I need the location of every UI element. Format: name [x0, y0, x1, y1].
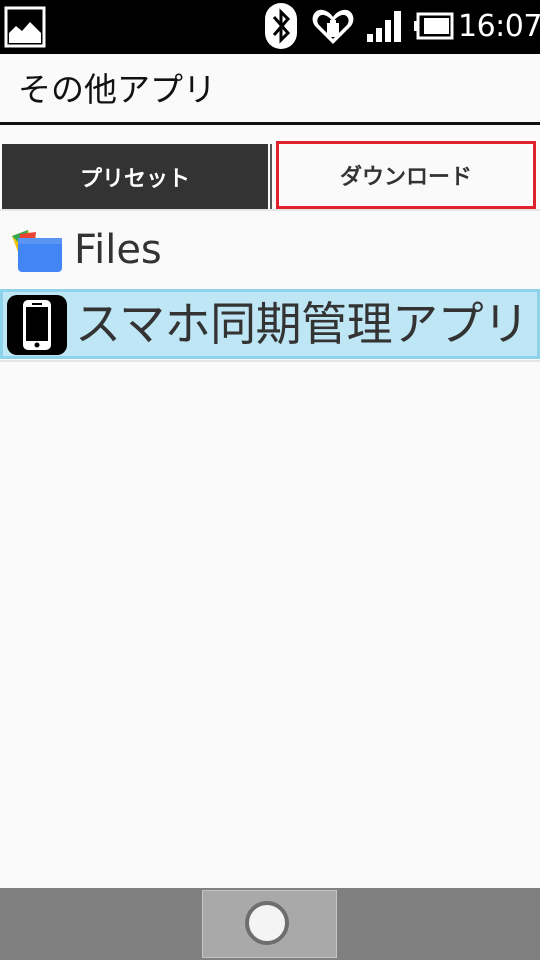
nav-bar	[0, 888, 540, 960]
signal-icon	[367, 11, 401, 42]
home-button[interactable]	[202, 890, 337, 958]
home-circle-icon	[245, 901, 289, 945]
smartphone-icon	[7, 295, 67, 355]
status-time: 16:07	[458, 9, 540, 44]
title-bar: その他アプリ	[0, 54, 540, 124]
files-app-icon	[12, 230, 62, 272]
battery-icon	[414, 12, 454, 40]
status-bar: 16:07	[0, 0, 540, 54]
list-item-sync-app[interactable]: スマホ同期管理アプリ	[0, 289, 540, 359]
health-heart-icon	[312, 9, 354, 44]
gallery-icon	[4, 6, 46, 48]
tab-underline	[0, 209, 540, 211]
app-label-sync: スマホ同期管理アプリ	[75, 297, 529, 351]
tab-preset[interactable]: プリセット	[2, 144, 268, 210]
list-item-files[interactable]: Files	[0, 218, 540, 284]
page-title: その他アプリ	[18, 70, 216, 109]
list-separator	[0, 360, 540, 362]
tab-separator	[270, 144, 272, 210]
bluetooth-icon	[265, 3, 297, 49]
tab-download[interactable]: ダウンロード	[276, 141, 536, 209]
title-divider	[0, 122, 540, 125]
screen: 16:07 その他アプリ プリセット ダウンロード Files スマホ同期管理ア…	[0, 0, 540, 960]
app-label-files: Files	[74, 227, 162, 273]
